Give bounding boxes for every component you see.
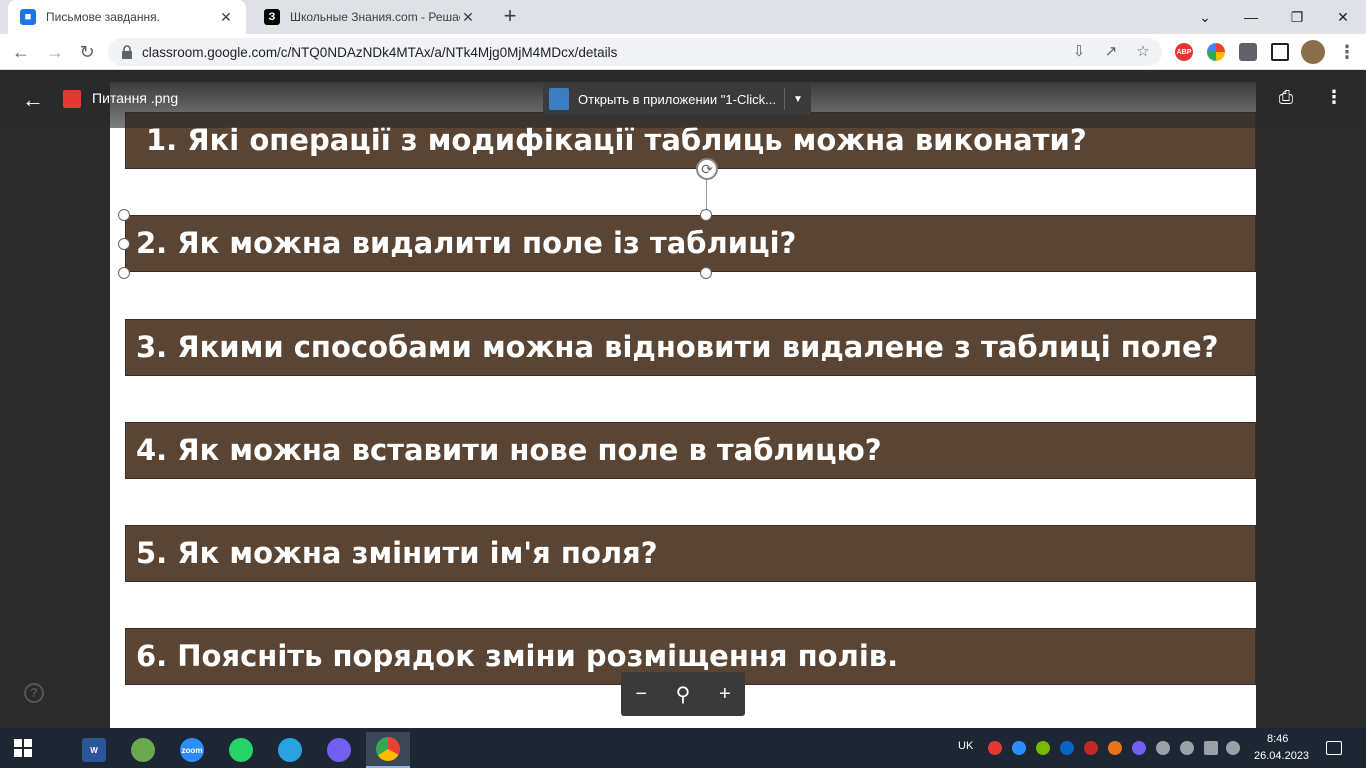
question-3: 3. Якими способами можна відновити видал…: [125, 319, 1256, 376]
install-icon[interactable]: ⇩: [1070, 43, 1088, 61]
selection-handle: [118, 209, 130, 221]
windows-start-icon[interactable]: [14, 739, 32, 757]
new-tab-button[interactable]: +: [498, 5, 522, 29]
notification-icon[interactable]: [1326, 741, 1342, 755]
help-icon[interactable]: ?: [24, 683, 44, 703]
image-file-icon: [63, 90, 81, 108]
word-app-icon[interactable]: W: [72, 732, 116, 768]
chrome-app-icon[interactable]: [366, 732, 410, 768]
open-with-button[interactable]: Открыть в приложении "1-Click... ▼: [543, 83, 811, 115]
reload-button[interactable]: ↻: [74, 39, 100, 65]
tab-znanija[interactable]: З Школьные Знания.com - Решае ✕: [252, 0, 488, 34]
bookmark-star-icon[interactable]: ☆: [1134, 43, 1152, 61]
tray-torrent-icon[interactable]: [1036, 741, 1050, 755]
question-2: 2. Як можна видалити поле із таблиці?: [125, 215, 1256, 272]
tray-app-icon[interactable]: [1156, 741, 1170, 755]
tray-app-icon[interactable]: [988, 741, 1002, 755]
rotate-handle-icon: ⟳: [696, 158, 718, 180]
tab-title: Школьные Знания.com - Решае: [290, 10, 460, 24]
more-options-icon[interactable]: ⋮: [1324, 87, 1344, 111]
side-panel-icon[interactable]: [1271, 43, 1289, 61]
battery-icon[interactable]: [1204, 741, 1218, 755]
chrome-menu-icon[interactable]: ⋮: [1334, 39, 1360, 65]
image-preview: 1. Які операції з модифікації таблиць мо…: [110, 82, 1256, 728]
open-with-label: Открыть в приложении "1-Click...: [578, 91, 776, 107]
bluetooth-icon[interactable]: [1060, 741, 1074, 755]
taskbar: W zoom UK 8:46 26.04.2023: [0, 728, 1366, 768]
paint-app-icon[interactable]: [121, 732, 165, 768]
zoom-icon[interactable]: ⚲: [676, 682, 691, 707]
whatsapp-app-icon[interactable]: [219, 732, 263, 768]
puzzle-extensions-icon[interactable]: [1239, 43, 1257, 61]
zoom-controls: − ⚲ +: [621, 672, 745, 716]
selection-handle: [700, 267, 712, 279]
close-icon[interactable]: ✕: [460, 9, 476, 26]
minimize-button[interactable]: —: [1228, 0, 1274, 34]
browser-toolbar: ← → ↻ classroom.google.com/c/NTQ0NDAzNDk…: [0, 34, 1366, 70]
clock-time[interactable]: 8:46: [1267, 733, 1288, 745]
back-arrow-icon[interactable]: ←: [20, 87, 46, 113]
language-indicator[interactable]: UK: [958, 740, 973, 752]
telegram-app-icon[interactable]: [268, 732, 312, 768]
tab-classroom[interactable]: ■ Письмове завдання. ✕: [8, 0, 246, 34]
clock-date[interactable]: 26.04.2023: [1254, 750, 1309, 762]
tab-search-icon[interactable]: ⌄: [1182, 0, 1228, 34]
volume-icon[interactable]: [1226, 741, 1240, 755]
url-text: classroom.google.com/c/NTQ0NDAzNDk4MTAx/…: [142, 45, 618, 60]
question-5: 5. Як можна змінити ім'я поля?: [125, 525, 1256, 582]
selection-handle: [118, 238, 130, 250]
address-bar[interactable]: classroom.google.com/c/NTQ0NDAzNDk4MTAx/…: [108, 38, 1162, 66]
lock-icon: [122, 45, 132, 59]
file-name: Питання .png: [92, 90, 179, 106]
viewer-header: ← Питання .png Открыть в приложении "1-C…: [0, 70, 1366, 128]
app-icon: [549, 88, 569, 110]
restore-button[interactable]: ❐: [1274, 0, 1320, 34]
zoom-app-icon[interactable]: zoom: [170, 732, 214, 768]
back-button[interactable]: ←: [8, 39, 34, 65]
close-icon[interactable]: ✕: [218, 9, 234, 26]
question-4: 4. Як можна вставити нове поле в таблицю…: [125, 422, 1256, 479]
selection-handle: [118, 267, 130, 279]
google-lens-icon[interactable]: [1207, 43, 1225, 61]
print-icon[interactable]: ⎙: [1274, 87, 1298, 111]
close-window-button[interactable]: ✕: [1320, 0, 1366, 34]
selection-handle: [700, 209, 712, 221]
abp-icon[interactable]: ABP: [1175, 43, 1193, 61]
chevron-down-icon[interactable]: ▼: [785, 94, 811, 105]
tab-title: Письмове завдання.: [46, 10, 160, 24]
zoom-out-button[interactable]: −: [635, 683, 647, 706]
avatar[interactable]: [1301, 40, 1325, 64]
tray-zoom-icon[interactable]: [1012, 741, 1026, 755]
tray-app-icon[interactable]: [1108, 741, 1122, 755]
forward-button[interactable]: →: [42, 39, 68, 65]
classroom-icon: ■: [20, 9, 36, 25]
tab-strip: ■ Письмове завдання. ✕ З Школьные Знания…: [0, 0, 1366, 34]
tray-viber-icon[interactable]: [1132, 741, 1146, 755]
znanija-icon: З: [264, 9, 280, 25]
tray-app-icon[interactable]: [1084, 741, 1098, 755]
share-icon[interactable]: ↗: [1102, 43, 1120, 61]
wifi-icon[interactable]: [1180, 741, 1194, 755]
file-viewer: 1. Які операції з модифікації таблиць мо…: [0, 70, 1366, 728]
zoom-in-button[interactable]: +: [719, 683, 731, 706]
viber-app-icon[interactable]: [317, 732, 361, 768]
